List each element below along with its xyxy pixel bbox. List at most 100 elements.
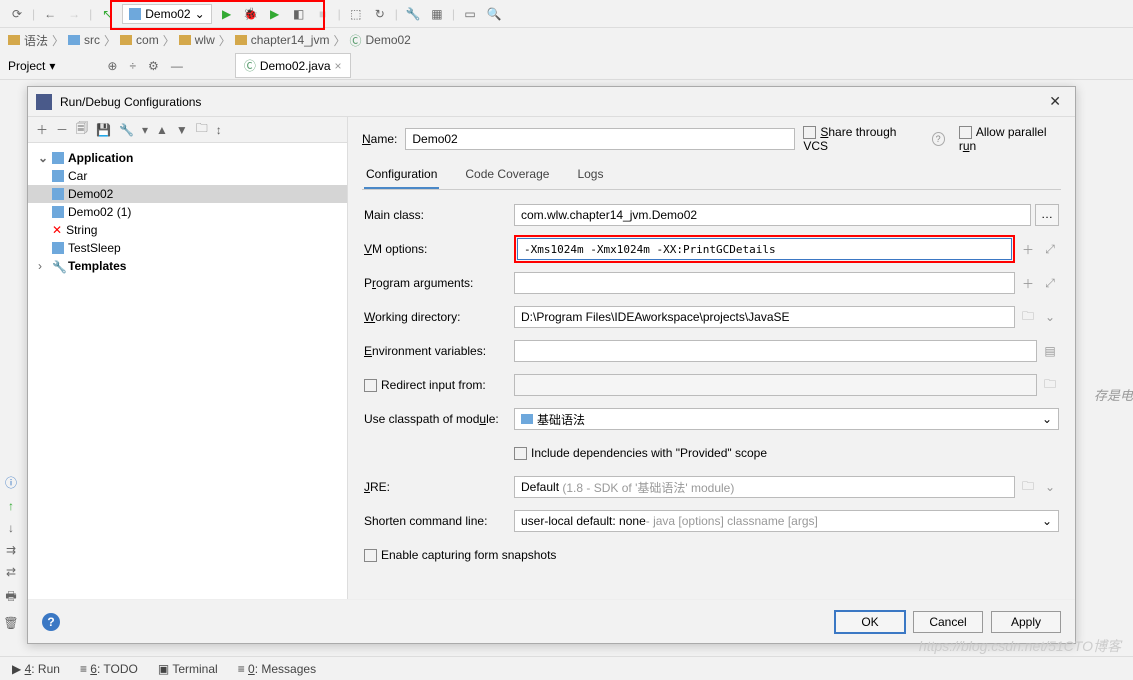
- wrench-icon[interactable]: 🔧: [404, 5, 422, 23]
- update-icon[interactable]: ↻: [371, 5, 389, 23]
- include-deps-checkbox[interactable]: Include dependencies with "Provided" sco…: [514, 446, 767, 460]
- help-button[interactable]: ?: [42, 613, 60, 631]
- folder-icon[interactable]: 🗀: [1019, 307, 1037, 328]
- run-config-label: Demo02: [145, 7, 190, 21]
- window-icon[interactable]: ▭: [461, 5, 479, 23]
- refresh-icon[interactable]: ⟳: [8, 5, 26, 23]
- vm-options-label: VM options:: [364, 242, 514, 256]
- wrap-icon[interactable]: ⇄: [6, 565, 16, 579]
- tree-item-demo02-1[interactable]: Demo02 (1): [28, 203, 347, 221]
- down-icon[interactable]: ▼: [176, 123, 188, 137]
- expand-icon[interactable]: ＋: [1019, 241, 1037, 258]
- tool-icon[interactable]: ⓘ: [5, 474, 17, 491]
- settings-icon[interactable]: ⚙: [148, 59, 159, 73]
- bg-text: 存是电: [1094, 385, 1133, 404]
- snapshot-checkbox[interactable]: Enable capturing form snapshots: [364, 548, 556, 562]
- chevron-down-icon: ▾: [49, 59, 55, 73]
- sort-icon[interactable]: ↕: [216, 123, 222, 137]
- redirect-label[interactable]: Redirect input from:: [364, 378, 514, 392]
- hide-icon[interactable]: —: [171, 59, 183, 73]
- chevron-down-icon[interactable]: ⌄: [1041, 480, 1059, 494]
- list-icon[interactable]: ▤: [1041, 344, 1059, 358]
- folder-icon[interactable]: 🗀: [196, 119, 208, 140]
- editor-tab[interactable]: Ⓒ Demo02.java ×: [235, 53, 351, 78]
- tree-application-node[interactable]: ⌄ Application: [28, 149, 347, 167]
- project-dropdown[interactable]: Project ▾: [8, 59, 55, 73]
- run-config-dropdown[interactable]: Demo02 ⌄: [122, 4, 211, 24]
- folder-icon[interactable]: 🗀: [1019, 477, 1037, 498]
- up-arrow-icon[interactable]: ↖: [98, 5, 116, 23]
- down-icon[interactable]: ↓: [8, 521, 14, 535]
- debug-icon[interactable]: 🐞: [242, 5, 260, 23]
- filter-icon[interactable]: ⇉: [6, 543, 16, 557]
- tab-code-coverage[interactable]: Code Coverage: [463, 163, 551, 189]
- close-icon[interactable]: ✕: [1043, 93, 1067, 110]
- tree-item-car[interactable]: Car: [28, 167, 347, 185]
- toggle-icon[interactable]: ⌄: [38, 151, 48, 165]
- crumb-item[interactable]: com〉: [120, 32, 175, 49]
- crumb-item[interactable]: 语法〉: [8, 32, 64, 49]
- cancel-button[interactable]: Cancel: [913, 611, 983, 633]
- status-bar: ▶ 4: Run ≡ 6: TODO ▣ Terminal ≡ 0: Messa…: [0, 656, 1133, 680]
- back-icon[interactable]: ←: [41, 5, 59, 23]
- idea-icon: [36, 94, 52, 110]
- run-config-dialog: Run/Debug Configurations ✕ ＋ － 🗐 💾 🔧 ▾ ▲…: [27, 86, 1076, 644]
- remove-icon[interactable]: －: [56, 121, 68, 138]
- print-icon[interactable]: 🖶: [5, 587, 16, 608]
- profile-icon[interactable]: ◧: [290, 5, 308, 23]
- tab-configuration[interactable]: Configuration: [364, 163, 439, 189]
- tree-item-string[interactable]: ✕String: [28, 221, 347, 239]
- run-icon[interactable]: ▶: [218, 5, 236, 23]
- status-terminal[interactable]: ▣ Terminal: [158, 662, 218, 676]
- status-messages[interactable]: ≡ 0: Messages: [238, 662, 316, 676]
- maximize-icon[interactable]: ⤢: [1041, 242, 1059, 257]
- add-icon[interactable]: ＋: [36, 121, 48, 138]
- chevron-down-icon[interactable]: ⌄: [1041, 310, 1059, 324]
- browse-main-class-button[interactable]: …: [1035, 204, 1059, 226]
- folder-icon: 🗀: [1041, 375, 1059, 396]
- work-dir-input[interactable]: [514, 306, 1015, 328]
- expand-icon[interactable]: ＋: [1019, 275, 1037, 292]
- crumb-item[interactable]: Ⓒ Demo02: [349, 32, 410, 49]
- tree-item-demo02[interactable]: Demo02: [28, 185, 347, 203]
- gear-icon[interactable]: ⊕: [107, 59, 117, 73]
- copy-icon[interactable]: 🗐: [76, 119, 88, 140]
- crumb-item[interactable]: src〉: [68, 32, 116, 49]
- tree-templates-node[interactable]: › 🔧 Templates: [28, 257, 347, 275]
- trash-icon[interactable]: 🗑: [3, 616, 18, 630]
- apply-button[interactable]: Apply: [991, 611, 1061, 633]
- env-input[interactable]: [514, 340, 1037, 362]
- maximize-icon[interactable]: ⤢: [1041, 276, 1059, 291]
- classpath-dropdown[interactable]: 基础语法 ⌄: [514, 408, 1059, 430]
- parallel-run-checkbox[interactable]: Allow parallel run: [959, 125, 1061, 153]
- git-icon[interactable]: ⬚: [347, 5, 365, 23]
- crumb-item[interactable]: wlw〉: [179, 32, 231, 49]
- structure-icon[interactable]: ▦: [428, 5, 446, 23]
- jre-dropdown[interactable]: Default (1.8 - SDK of '基础语法' module): [514, 476, 1015, 498]
- coverage-icon[interactable]: ▶: [266, 5, 284, 23]
- help-icon[interactable]: ?: [932, 132, 945, 146]
- name-input[interactable]: [405, 128, 795, 150]
- rerun-icon[interactable]: ↑: [8, 499, 14, 513]
- toggle-icon[interactable]: ›: [38, 259, 48, 273]
- status-run[interactable]: ▶ 4: Run: [12, 662, 60, 676]
- breadcrumb: 语法〉 src〉 com〉 wlw〉 chapter14_jvm〉 Ⓒ Demo…: [0, 28, 1133, 52]
- crumb-item[interactable]: chapter14_jvm〉: [235, 32, 346, 49]
- secondary-bar: Project ▾ ⊕ ÷ ⚙ — Ⓒ Demo02.java ×: [0, 52, 1133, 80]
- main-class-input[interactable]: [514, 204, 1031, 226]
- vm-options-input[interactable]: [517, 238, 1012, 260]
- save-icon[interactable]: 💾: [96, 123, 111, 137]
- ok-button[interactable]: OK: [835, 611, 905, 633]
- up-icon[interactable]: ▲: [156, 123, 168, 137]
- collapse-icon[interactable]: ÷: [129, 59, 136, 73]
- tree-item-testsleep[interactable]: TestSleep: [28, 239, 347, 257]
- share-vcs-checkbox[interactable]: Share through VCS: [803, 125, 917, 153]
- tab-logs[interactable]: Logs: [575, 163, 605, 189]
- shorten-dropdown[interactable]: user-local default: none - java [options…: [514, 510, 1059, 532]
- wrench-icon[interactable]: 🔧: [119, 123, 134, 137]
- search-icon[interactable]: 🔍: [485, 5, 503, 23]
- prog-args-input[interactable]: [514, 272, 1015, 294]
- close-tab-icon[interactable]: ×: [335, 59, 342, 73]
- status-todo[interactable]: ≡ 6: TODO: [80, 662, 138, 676]
- dialog-title-bar: Run/Debug Configurations ✕: [28, 87, 1075, 117]
